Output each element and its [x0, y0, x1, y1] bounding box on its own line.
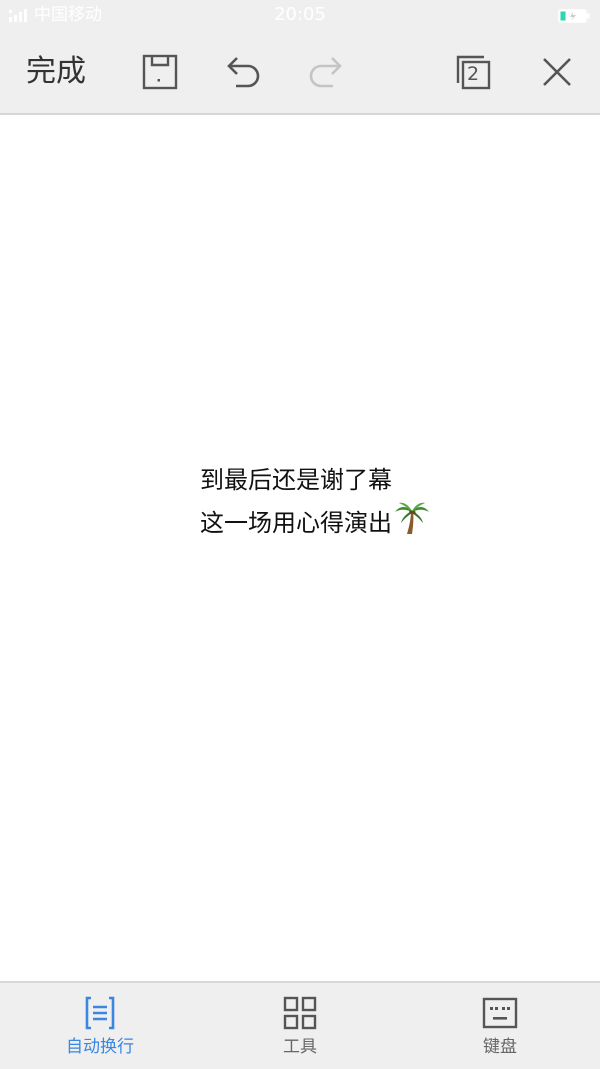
save-button[interactable]	[140, 52, 180, 92]
status-bar: 中国移动 20:05	[0, 0, 600, 32]
done-button[interactable]: 完成	[26, 52, 86, 92]
redo-button[interactable]	[306, 52, 346, 92]
poem-line-2-text: 这一场用心得演出	[200, 509, 392, 537]
undo-icon	[227, 57, 260, 88]
redo-icon	[309, 57, 342, 88]
palm-tree-icon	[395, 502, 429, 534]
pages-icon	[456, 55, 491, 90]
keyboard-button[interactable]: 键盘	[420, 995, 580, 1057]
wrap-text-icon	[85, 996, 115, 1030]
editor-toolbar: 完成 2	[0, 32, 600, 115]
auto-wrap-label: 自动换行	[66, 1037, 134, 1057]
tools-label: 工具	[283, 1037, 317, 1057]
bottom-toolbar: 自动换行 工具 键盘	[0, 981, 600, 1069]
save-icon	[142, 54, 178, 90]
pages-button[interactable]: 2	[453, 52, 493, 92]
poem-line-2: 这一场用心得演出	[200, 501, 430, 544]
close-icon	[543, 58, 571, 86]
status-clock: 20:05	[274, 4, 326, 25]
close-button[interactable]	[537, 52, 577, 92]
keyboard-icon	[482, 997, 518, 1029]
document-content[interactable]: 到最后还是谢了幕 这一场用心得演出	[0, 115, 600, 981]
keyboard-label: 键盘	[483, 1037, 517, 1057]
grid-tools-icon	[283, 996, 317, 1030]
undo-button[interactable]	[223, 52, 263, 92]
poem-line-1: 到最后还是谢了幕	[200, 466, 392, 494]
battery-icon	[558, 9, 590, 23]
auto-wrap-button[interactable]: 自动换行	[20, 995, 180, 1057]
poem-text: 到最后还是谢了幕 这一场用心得演出	[200, 459, 430, 544]
tools-button[interactable]: 工具	[220, 995, 380, 1057]
